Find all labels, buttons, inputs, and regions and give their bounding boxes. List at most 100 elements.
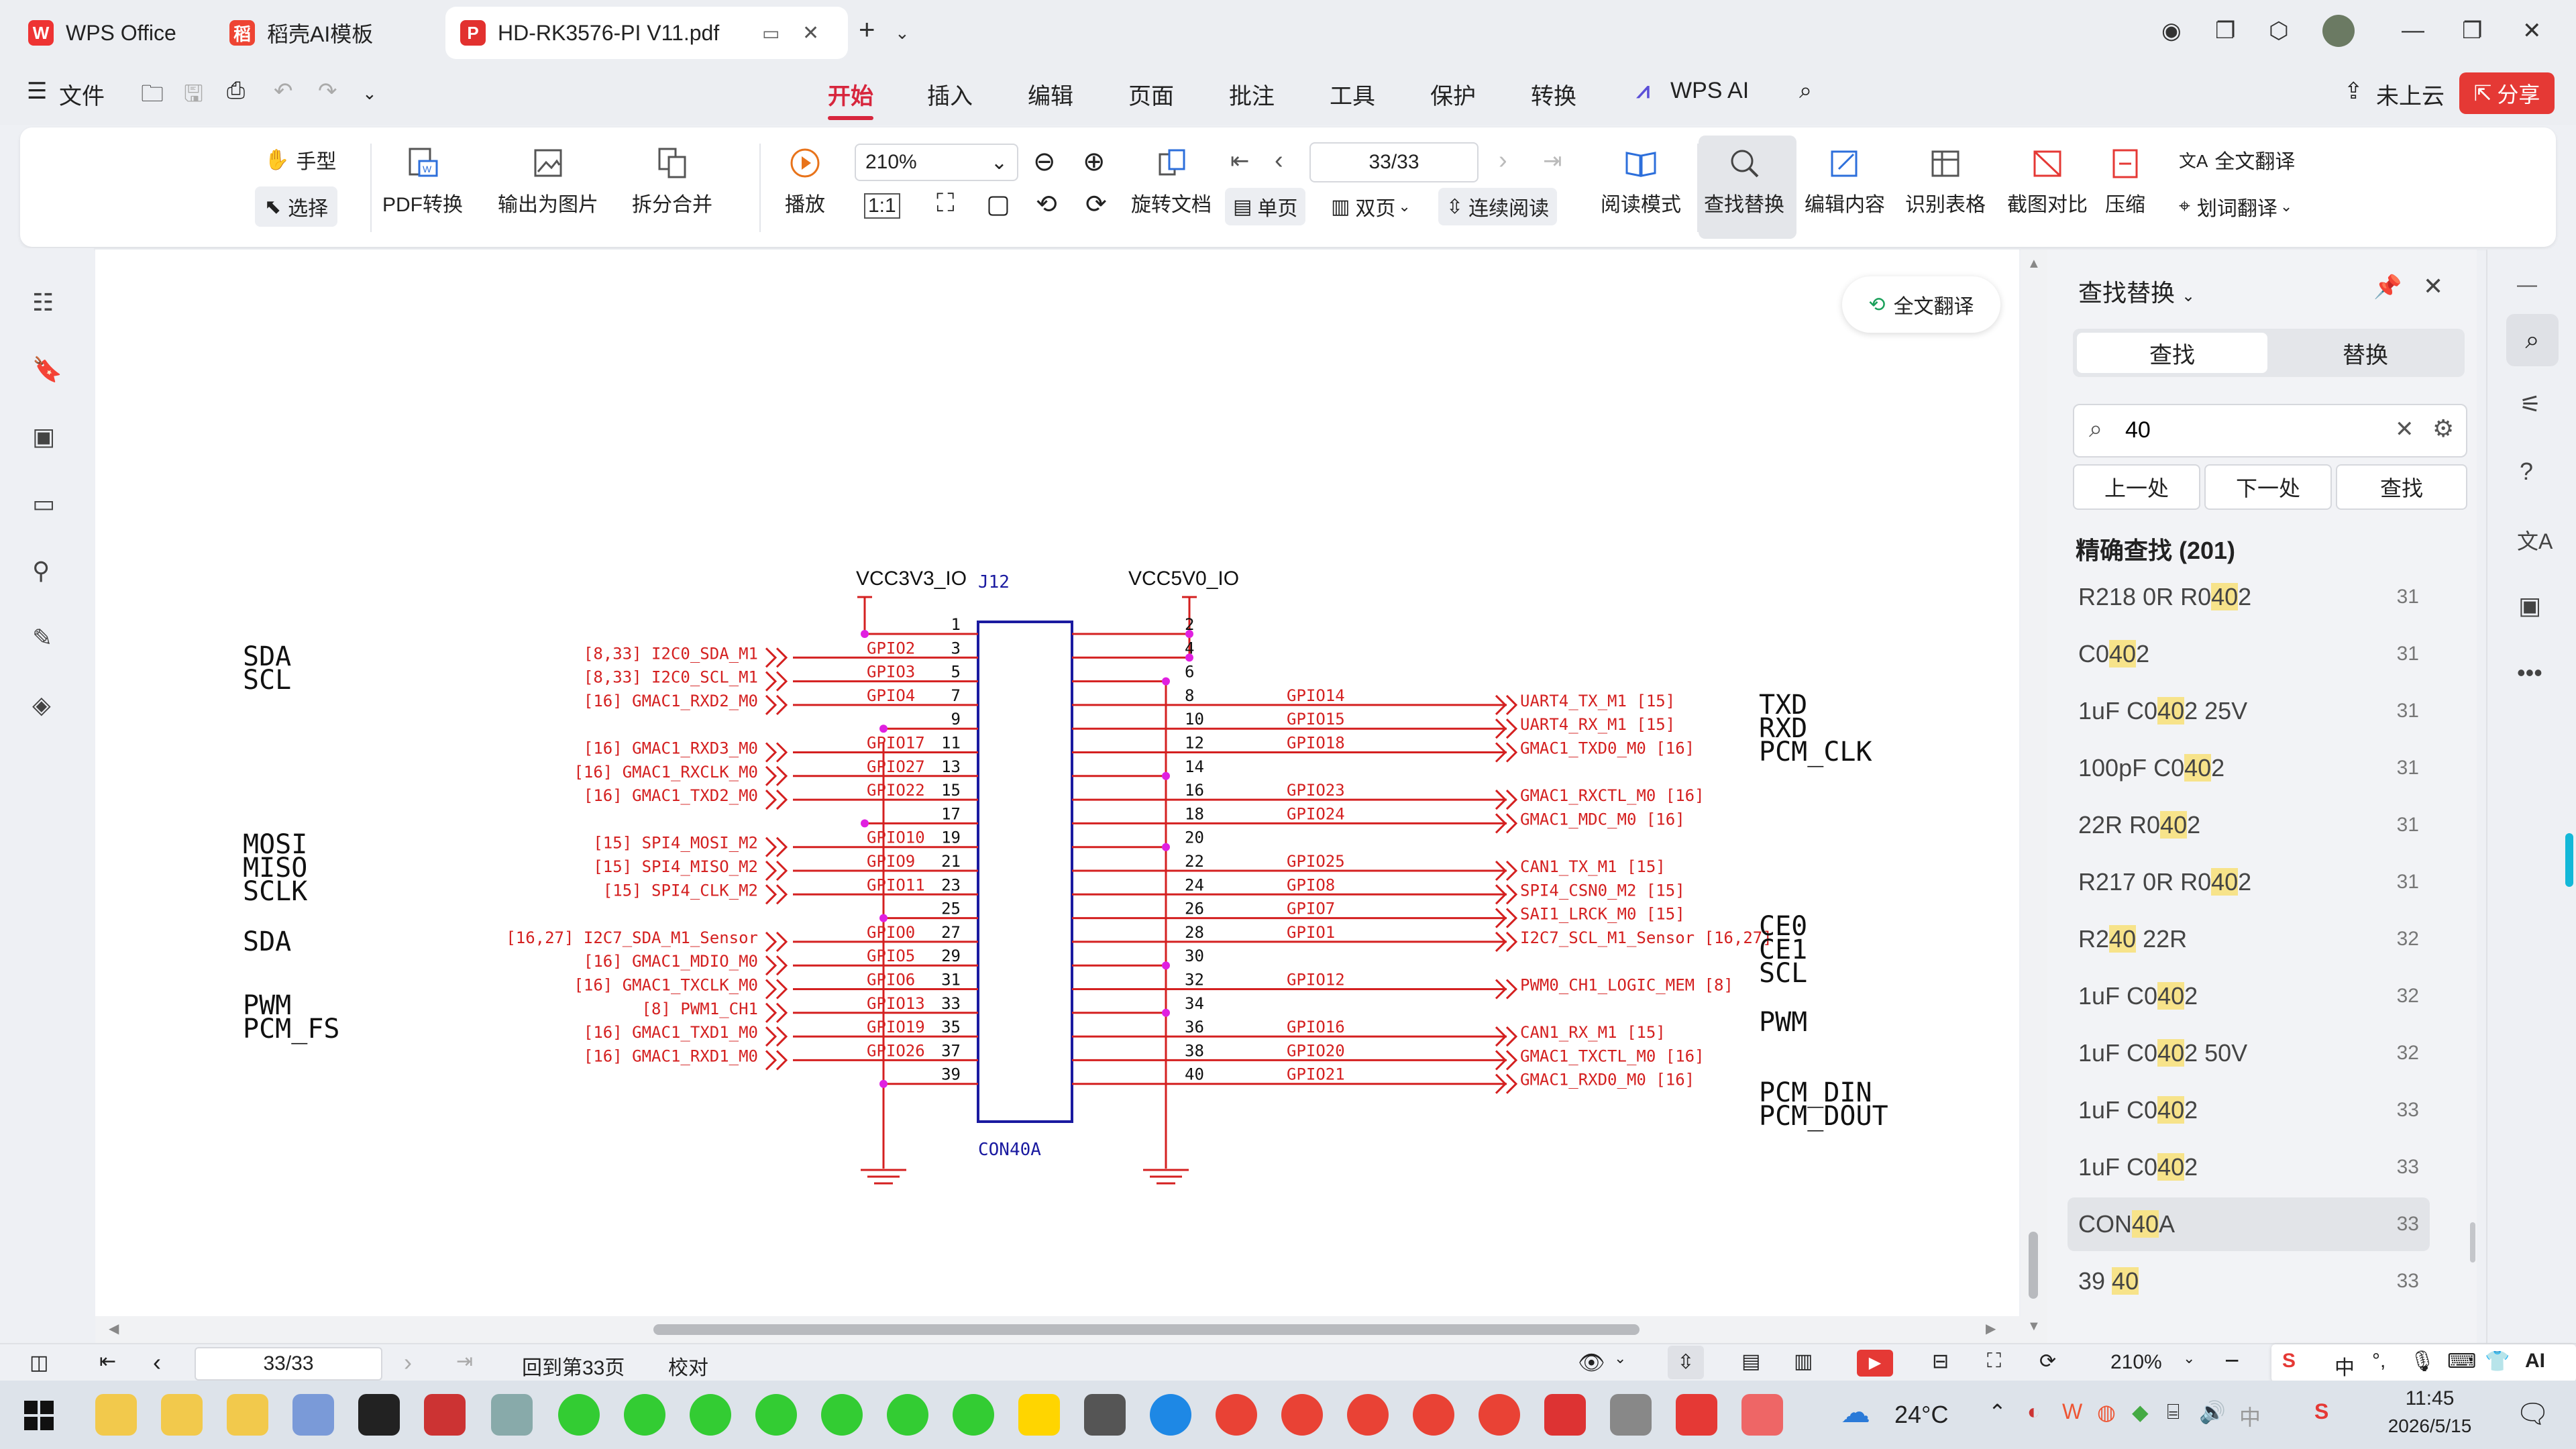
menu-insert[interactable]: 插入 [927,78,973,111]
goto-page-link[interactable]: 回到第33页 [522,1351,625,1381]
result-item[interactable]: R218 0R R0402 31 [2068,570,2430,624]
volume-icon[interactable]: 🔊 [2199,1399,2226,1425]
redo-icon[interactable]: ↷ [318,78,337,105]
fit-page-icon[interactable]: ⛶ [936,189,955,218]
fit-page-icon[interactable]: ⛶ [1987,1350,2001,1373]
play-button[interactable]: 播放 [785,145,825,217]
tab-find[interactable]: 查找 [2077,333,2267,373]
scroll-right-icon[interactable]: ▶ [1986,1320,1996,1337]
comment-icon[interactable]: ▭ [32,490,62,519]
chrome-icon[interactable] [1281,1394,1323,1436]
adjust-icon[interactable]: ⚟ [2520,390,2541,419]
search-panel-icon[interactable]: ⌕ [2506,314,2559,366]
share-button[interactable]: ⇱ 分享 [2459,72,2555,114]
clock-date[interactable]: 2026/5/15 [2368,1415,2491,1437]
app-icon[interactable] [1544,1394,1586,1436]
translate-icon[interactable]: 文A [2517,525,2553,555]
fit-width-icon[interactable]: ▢ [986,189,1010,219]
double-page-button[interactable]: ▥ 双页 ⌄ [1331,192,1411,221]
full-translate-button[interactable]: 文A 全文翻译 [2179,145,2295,174]
fit-width-icon[interactable]: ⊟ [1932,1350,1949,1373]
folder-icon[interactable] [227,1394,268,1436]
vertical-scrollbar[interactable]: ▲ ▼ [2021,250,2047,1343]
result-item[interactable]: 39 40 33 [2068,1254,2430,1308]
actual-size-icon[interactable]: 1:1 [864,193,900,219]
continuous-reading-button[interactable]: ⇳ 连续阅读 [1438,188,1558,225]
start-menu-icon[interactable] [24,1401,54,1430]
bookmark-icon[interactable]: 🔖 [32,356,62,385]
ultraedit-icon[interactable] [358,1394,400,1436]
word-translate-button[interactable]: ⌖ 划词翻译 ⌄ [2179,192,2292,221]
weather-temperature[interactable]: 24°C [1894,1401,1948,1429]
tab-replace[interactable]: 替换 [2270,333,2461,373]
scroll-down-icon[interactable]: ▼ [2027,1319,2041,1334]
save-icon[interactable]: 🖫 [184,78,203,116]
tab-pdf-document[interactable]: P HD-RK3576-PI V11.pdf ▭ ✕ [445,7,848,59]
recognize-table-button[interactable]: 识别表格 [1905,145,1986,217]
clock-time[interactable]: 11:45 [2376,1387,2483,1410]
search-icon[interactable]: ⌕ [1799,78,1812,104]
menu-convert[interactable]: 转换 [1531,78,1576,111]
chevron-down-icon[interactable]: ⌄ [362,83,377,104]
undo-icon[interactable]: ↶ [274,78,293,105]
collapse-icon[interactable]: — [2517,274,2537,297]
close-panel-icon[interactable]: ✕ [2423,272,2443,301]
app-icon[interactable] [424,1394,466,1436]
result-item[interactable]: 100pF C0402 31 [2068,741,2430,795]
folder-icon[interactable] [95,1394,137,1436]
chrome-icon[interactable] [1347,1394,1389,1436]
last-page-icon[interactable]: ⇥ [1543,148,1562,174]
tray-app-icon[interactable]: ◐ [2027,1399,2040,1424]
network-icon[interactable]: ⌸ [2167,1399,2180,1425]
next-match-button[interactable]: 下一处 [2204,464,2332,510]
scroll-up-icon[interactable]: ▲ [2027,256,2041,272]
file-menu[interactable]: 文件 [59,78,105,111]
chrome-icon[interactable] [1479,1394,1520,1436]
status-zoom-value[interactable]: 210% [2110,1351,2162,1374]
tab-wps-office[interactable]: W WPS Office [13,7,208,59]
color-app-icon[interactable] [690,1394,731,1436]
color-app-icon[interactable] [887,1394,928,1436]
punctuation-icon[interactable]: °, [2372,1350,2385,1373]
results-scroll-thumb[interactable] [2470,1222,2475,1263]
vertical-scroll-thumb[interactable] [2029,1232,2038,1299]
signature-icon[interactable]: ✎ [32,624,62,653]
clear-icon[interactable]: ✕ [2395,416,2414,443]
tab-docer-ai[interactable]: 稻 稻壳AI模板 [215,7,436,59]
ai-icon[interactable]: AI [2525,1350,2545,1373]
tools-icon[interactable] [1610,1394,1652,1436]
sogou-tray-icon[interactable]: S [2314,1399,2328,1424]
paint-icon[interactable] [292,1394,334,1436]
cube-icon[interactable]: ⬡ [2269,17,2289,44]
close-window-icon[interactable]: ✕ [2522,17,2542,44]
find-replace-button[interactable]: 查找替换 [1704,145,1784,217]
prev-page-icon[interactable]: ‹ [153,1348,161,1377]
next-page-icon[interactable]: › [1499,146,1507,175]
notification-icon[interactable]: 🗨 [2516,1398,2550,1430]
upload-status[interactable]: 未上云 [2376,78,2445,111]
continuous-view-icon[interactable]: ⇳ [1668,1346,1704,1379]
hamburger-icon[interactable]: ☰ [27,78,47,105]
app-icon[interactable] [1741,1394,1783,1436]
first-page-icon[interactable]: ⇤ [99,1350,116,1373]
horizontal-scrollbar[interactable]: ◀ ▶ [95,1316,2021,1343]
color-app-icon[interactable] [624,1394,665,1436]
prev-page-icon[interactable]: ‹ [1275,146,1283,175]
select-tool-button[interactable]: ⬉ 选择 [255,186,338,227]
menu-tools[interactable]: 工具 [1330,78,1375,111]
result-item[interactable]: R240 22R 32 [2068,912,2430,966]
export-image-button[interactable]: 输出为图片 [498,145,598,217]
horizontal-scroll-thumb[interactable] [653,1324,1640,1335]
zoom-select[interactable]: 210% ⌄ [855,144,1018,181]
open-folder-icon[interactable]: 🗀 [141,78,164,116]
app-icon[interactable] [491,1394,533,1436]
tray-expand-icon[interactable]: ⌃ [1988,1399,2006,1425]
layers-icon[interactable]: ◈ [32,691,62,720]
thumbnail-icon[interactable]: ▣ [32,423,62,452]
tray-app-icon[interactable]: ◆ [2132,1399,2149,1425]
first-page-icon[interactable]: ⇤ [1230,148,1250,174]
rotate-right-icon[interactable]: ⟳ [1085,189,1107,219]
eye-icon[interactable]: 👁 [1578,1350,1605,1375]
window-layout-icon[interactable]: ❐ [2215,17,2235,44]
find-button[interactable]: 查找 [2336,464,2467,510]
